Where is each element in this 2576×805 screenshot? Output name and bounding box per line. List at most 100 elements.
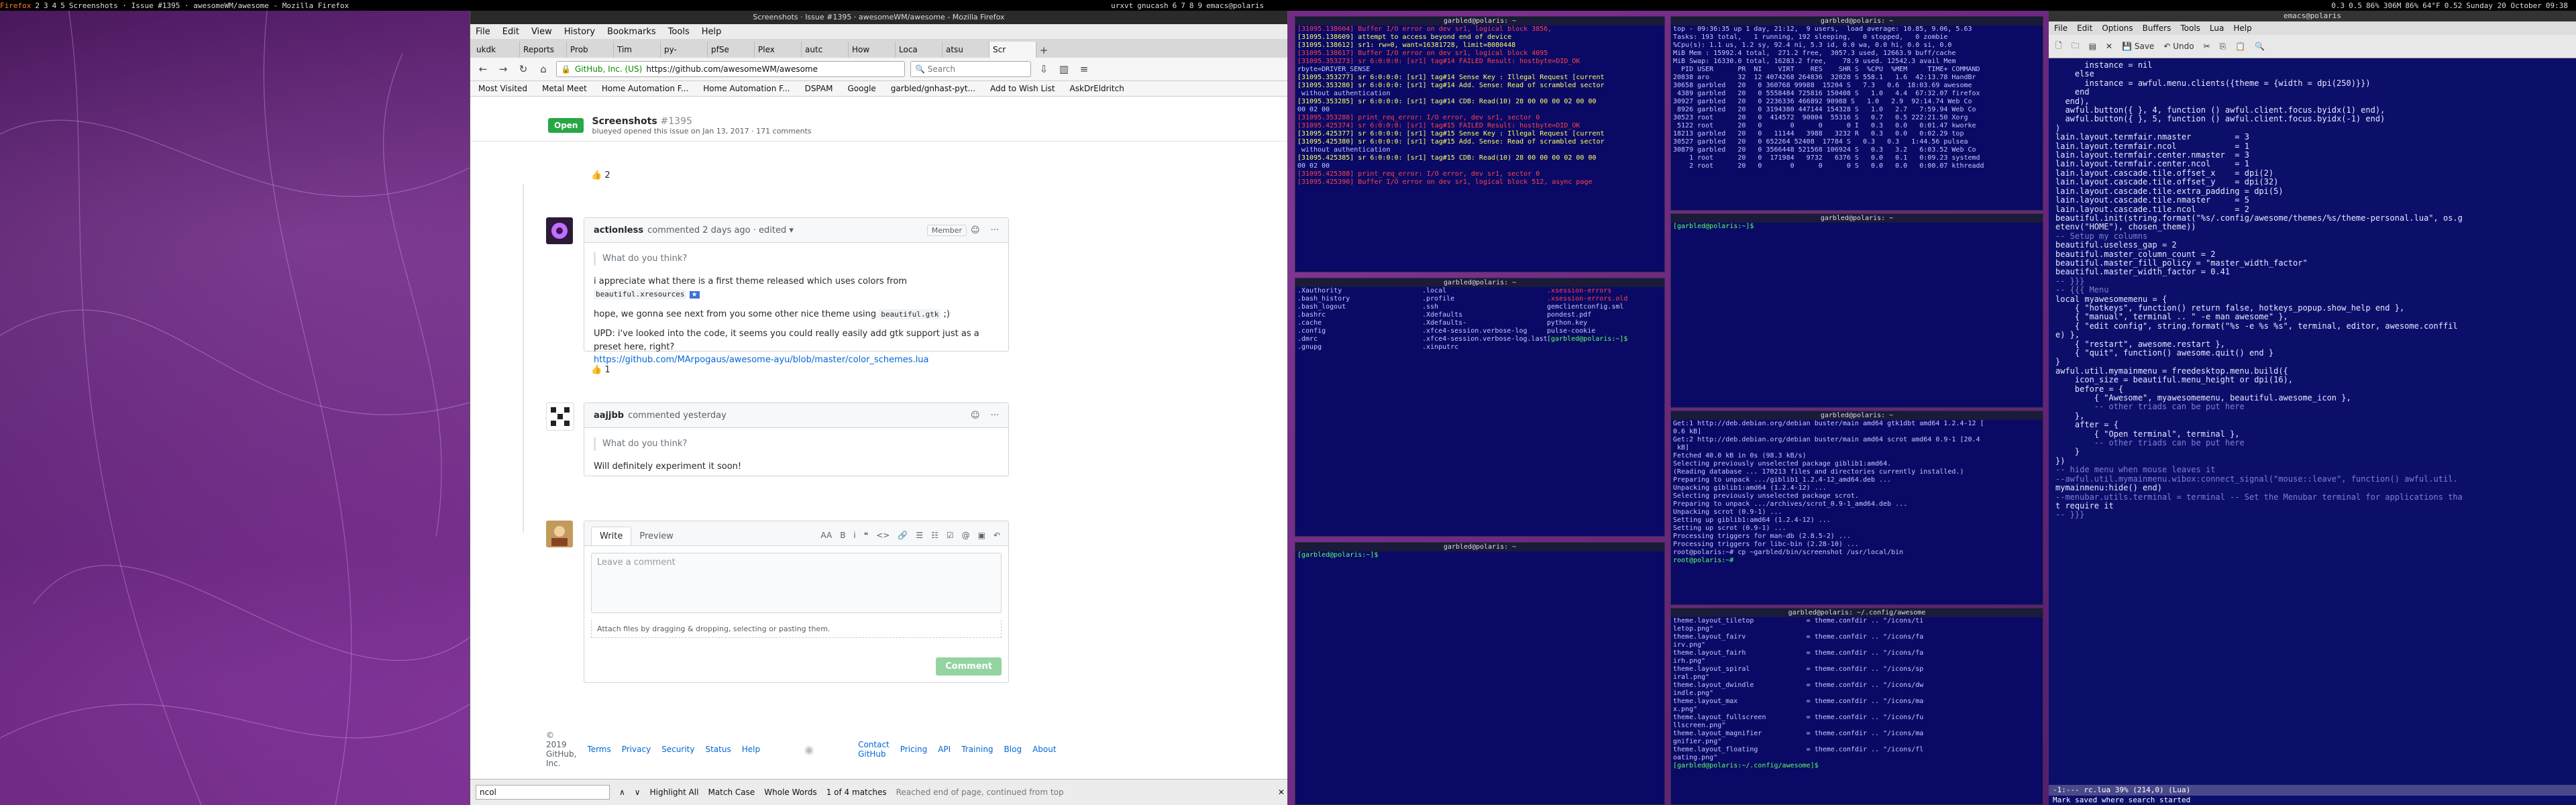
home-icon[interactable]: ⌂: [536, 62, 551, 76]
new-file-icon[interactable]: 🗋: [2055, 40, 2062, 54]
bullet-list-icon[interactable]: ☰: [916, 531, 923, 540]
heading-icon[interactable]: AA: [820, 531, 832, 540]
tag-7[interactable]: 7: [1181, 1, 1185, 10]
task-list-icon[interactable]: ☑: [947, 531, 954, 540]
tab[interactable]: autc: [802, 42, 849, 58]
tab-preview[interactable]: Preview: [631, 527, 682, 545]
menu-file[interactable]: File: [476, 27, 490, 37]
footer-link-status[interactable]: Status: [705, 745, 731, 754]
comment-meta[interactable]: commented yesterday: [628, 411, 727, 421]
code-buffer[interactable]: instance = nil else instance = awful.men…: [2049, 58, 2576, 523]
dired-icon[interactable]: ▤: [2089, 42, 2096, 51]
terminal-ls[interactable]: garbled@polaris: ~ .Xauthority .bash_hist…: [1295, 278, 1665, 537]
link-icon[interactable]: 🔗: [898, 531, 908, 540]
footer-link-pricing[interactable]: Pricing: [900, 745, 927, 754]
close-icon[interactable]: ✕: [1278, 788, 1285, 797]
footer-link-about[interactable]: About: [1032, 745, 1056, 754]
terminal-theme[interactable]: garbled@polaris: ~/.config/awesome theme…: [1670, 608, 2043, 805]
avatar[interactable]: [546, 402, 574, 431]
tab[interactable]: Loca: [896, 42, 943, 58]
copy-icon[interactable]: ⎘: [2220, 42, 2226, 52]
tab[interactable]: Prob: [567, 42, 614, 58]
find-input[interactable]: ncol: [476, 785, 610, 800]
library-icon[interactable]: ▥: [1057, 62, 1071, 76]
bookmark[interactable]: AskDrEldritch: [1070, 84, 1124, 93]
emacs-menu-options[interactable]: Options: [2102, 23, 2133, 33]
bookmark[interactable]: Google: [847, 84, 875, 93]
footer-link-security[interactable]: Security: [661, 745, 694, 754]
code-icon[interactable]: <>: [876, 531, 890, 540]
emacs-menu-edit[interactable]: Edit: [2077, 23, 2092, 33]
terminal-shell-2[interactable]: garbled@polaris: ~ [garbled@polaris:~]$: [1295, 542, 1665, 805]
avatar[interactable]: [546, 217, 573, 244]
tab[interactable]: pfSe: [708, 42, 755, 58]
search-box[interactable]: 🔍 Search: [910, 61, 1031, 77]
match-case-toggle[interactable]: Match Case: [708, 788, 755, 797]
quote-icon[interactable]: ❝: [864, 531, 868, 540]
bookmark[interactable]: garbled/gnhast-pyt...: [891, 84, 975, 93]
tab[interactable]: py-: [661, 42, 708, 58]
close-buffer-icon[interactable]: ✕: [2106, 42, 2112, 51]
bold-icon[interactable]: B: [840, 531, 845, 540]
tab[interactable]: Plex: [755, 42, 802, 58]
tag-2[interactable]: 2: [35, 1, 40, 10]
emacs-menu-file[interactable]: File: [2054, 23, 2068, 33]
reference-icon[interactable]: ▣: [978, 531, 985, 540]
whole-words-toggle[interactable]: Whole Words: [764, 788, 816, 797]
tag-urxvt[interactable]: urxvt: [1111, 1, 1133, 10]
cut-icon[interactable]: ✂: [2204, 42, 2210, 51]
back-icon[interactable]: ←: [476, 62, 490, 76]
numbered-list-icon[interactable]: ☷: [931, 531, 938, 540]
footer-link-blog[interactable]: Blog: [1004, 745, 1022, 754]
url-bar[interactable]: 🔒 GitHub, Inc. (US) https://github.com/a…: [556, 61, 905, 77]
downloads-icon[interactable]: ⇩: [1036, 62, 1051, 76]
tab-active[interactable]: Scr: [989, 42, 1036, 58]
undo-button[interactable]: ↶ Undo: [2163, 42, 2194, 51]
attach-files-area[interactable]: Attach files by dragging & dropping, sel…: [591, 620, 1002, 638]
forward-icon[interactable]: →: [496, 62, 511, 76]
smiley-icon[interactable]: ☺: [971, 411, 980, 421]
tag-4[interactable]: 4: [52, 1, 57, 10]
bookmark[interactable]: Add to Wish List: [990, 84, 1055, 93]
tab[interactable]: Tim: [614, 42, 661, 58]
emacs-menu-help[interactable]: Help: [2233, 23, 2251, 33]
menu-tools[interactable]: Tools: [668, 27, 690, 37]
menu-edit[interactable]: Edit: [502, 27, 519, 37]
bookmark[interactable]: Home Automation F...: [602, 84, 688, 93]
comment-author[interactable]: actionless: [594, 225, 643, 235]
tag-5[interactable]: 5: [60, 1, 65, 10]
reaction-thumbs-up[interactable]: 👍 2: [591, 170, 610, 180]
terminal-shell[interactable]: garbled@polaris: ~ [garbled@polaris:~]$: [1670, 213, 2043, 408]
open-folder-icon[interactable]: 🗀: [2072, 40, 2080, 54]
menu-history[interactable]: History: [564, 27, 595, 37]
emacs-menu-lua[interactable]: Lua: [2210, 23, 2224, 33]
tab[interactable]: Reports: [520, 42, 567, 58]
comment-textarea[interactable]: Leave a comment: [591, 553, 1002, 613]
bookmark[interactable]: Metal Meet: [542, 84, 587, 93]
terminal-dmesg[interactable]: garbled@polaris: ~ [31095.138604] Buffer…: [1295, 16, 1665, 272]
hamburger-menu-icon[interactable]: ≡: [1077, 62, 1091, 76]
comment-author[interactable]: aajjbb: [594, 411, 624, 421]
github-logo-icon[interactable]: ◉: [804, 743, 814, 756]
menu-help[interactable]: Help: [702, 27, 722, 37]
tab-write[interactable]: Write: [591, 527, 632, 545]
tag-9[interactable]: 9: [1197, 1, 1202, 10]
comment-meta[interactable]: commented 2 days ago · edited ▾: [647, 225, 794, 235]
mention-icon[interactable]: @: [962, 531, 970, 540]
italic-icon[interactable]: i: [853, 531, 855, 540]
highlight-all-toggle[interactable]: Highlight All: [650, 788, 699, 797]
terminal-apt[interactable]: garbled@polaris: ~ Get:1 http://deb.debi…: [1670, 411, 2043, 605]
menu-bookmarks[interactable]: Bookmarks: [607, 27, 656, 37]
reply-icon[interactable]: ↶: [994, 531, 1000, 540]
footer-link-training[interactable]: Training: [961, 745, 993, 754]
emacs-menu-tools[interactable]: Tools: [2180, 23, 2200, 33]
menu-view[interactable]: View: [531, 27, 552, 37]
tab[interactable]: How: [849, 42, 896, 58]
find-previous-icon[interactable]: ∧: [619, 788, 625, 797]
search-icon[interactable]: 🔍: [2255, 42, 2265, 51]
tab[interactable]: ukdk: [473, 42, 520, 58]
bookmark[interactable]: Home Automation F...: [703, 84, 790, 93]
footer-link-help[interactable]: Help: [742, 745, 760, 754]
tag-8[interactable]: 8: [1189, 1, 1194, 10]
tag-6[interactable]: 6: [1173, 1, 1177, 10]
